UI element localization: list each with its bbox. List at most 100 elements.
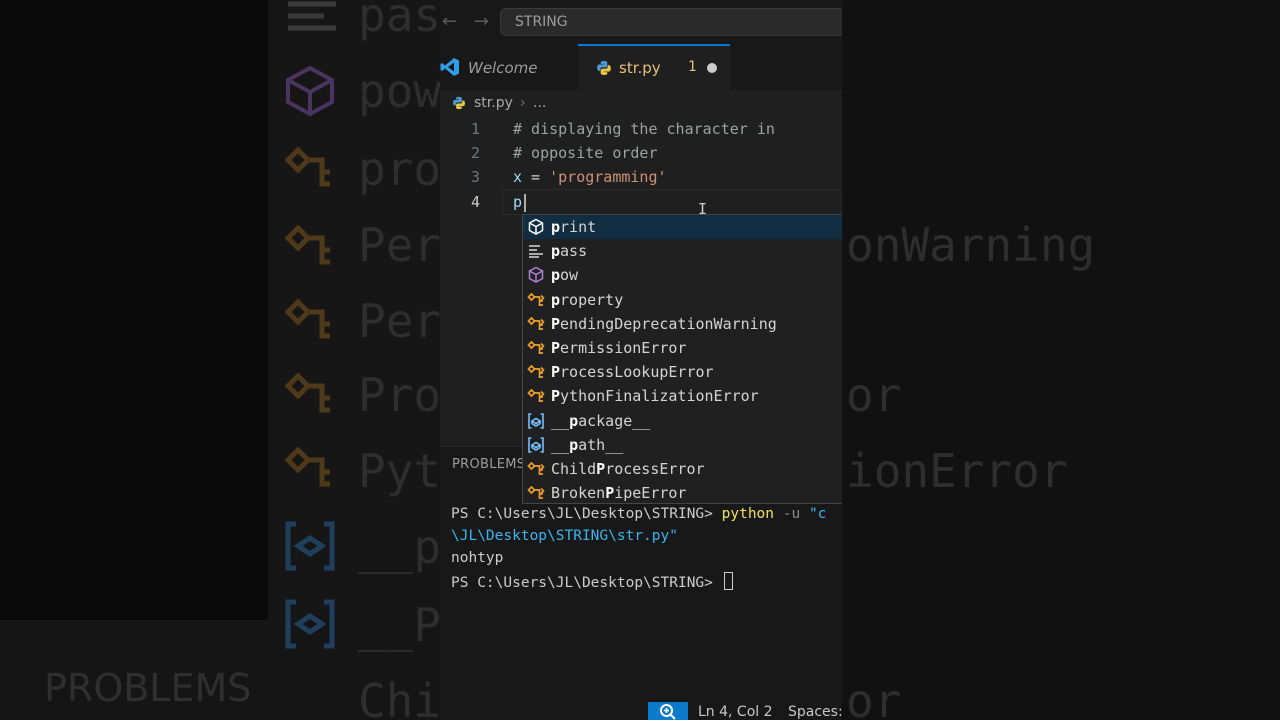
background-right-panel (842, 0, 1280, 720)
background-text: Per (358, 294, 442, 348)
tab-str-py[interactable]: str.py 1 (578, 44, 730, 90)
class-icon (527, 387, 545, 405)
text-caret (524, 194, 526, 212)
line-number: 3 (470, 168, 480, 186)
tab-problems[interactable]: PROBLEMS (452, 457, 525, 472)
line-number: 4 (470, 193, 480, 211)
vscode-logo-icon (440, 58, 459, 76)
suggestion-item[interactable]: BrokenPipeError (523, 481, 842, 503)
string-token: 'programming' (549, 168, 667, 186)
variable-icon (285, 599, 335, 649)
suggestion-item[interactable]: __package__ (523, 409, 842, 433)
terminal-line: \JL\Desktop\STRING\str.py" (451, 528, 678, 544)
suggestion-label: pow (551, 266, 579, 285)
terminal-line: PS C:\Users\JL\Desktop\STRING> python -u… (451, 506, 826, 522)
terminal-prompt: PS C:\Users\JL\Desktop\STRING> (451, 575, 722, 591)
terminal-line[interactable]: PS C:\Users\JL\Desktop\STRING> (451, 572, 733, 591)
keyword-icon (527, 242, 545, 260)
autocomplete-suggestion-list: print pass pow property PendingDeprecationWa… (522, 214, 842, 504)
function-icon (527, 218, 545, 236)
suggestion-item[interactable]: PermissionError (523, 336, 842, 360)
background-text: pow (358, 64, 442, 118)
status-bar: Ln 4, Col 2 Spaces: (440, 702, 842, 720)
unsaved-dot-icon[interactable] (707, 63, 717, 73)
problem-count-badge: 1 (688, 59, 697, 75)
background-text: __P (358, 598, 442, 652)
zoom-in-icon (660, 704, 676, 720)
suggestion-label: BrokenPipeError (551, 484, 687, 503)
background-text: Chi (358, 674, 442, 720)
class-icon (527, 315, 545, 333)
breadcrumb-file[interactable]: str.py (474, 95, 513, 111)
suggestion-item[interactable]: __path__ (523, 433, 842, 457)
suggestion-label: pass (551, 242, 588, 261)
suggestion-label: print (551, 218, 597, 236)
suggestion-label: ChildProcessError (551, 460, 705, 478)
code-line: 4 p (440, 190, 842, 214)
background-text: Pro (358, 368, 442, 422)
indentation-status[interactable]: Spaces: (788, 704, 842, 720)
variable-icon (527, 412, 545, 430)
title-bar: ← → STRING (440, 0, 842, 44)
command-center-search[interactable]: STRING (500, 8, 842, 36)
background-text: Per (358, 218, 442, 272)
background-text: __p (358, 520, 442, 574)
terminal-command: python (721, 506, 775, 522)
suggestion-item[interactable]: property (523, 288, 842, 312)
suggestion-label: property (551, 290, 624, 309)
breadcrumb-symbol[interactable]: ... (533, 95, 546, 111)
class-icon (284, 446, 330, 487)
terminal-output: nohtyp (451, 550, 504, 566)
background-text: ionError (846, 444, 1068, 498)
breadcrumb: str.py › ... (440, 90, 842, 116)
code-text: x = 'programming' (513, 168, 667, 186)
suggestion-item[interactable]: PythonFinalizationError (523, 384, 842, 408)
suggestion-item[interactable]: ChildProcessError (523, 457, 842, 481)
suggestion-item[interactable]: pow (523, 263, 842, 287)
background-problems-label: PROBLEMS (44, 666, 252, 710)
suggestion-item[interactable]: PendingDeprecationWarning (523, 312, 842, 336)
suggestion-item[interactable]: pass (523, 239, 842, 263)
class-icon (527, 460, 545, 478)
background-text: pro (358, 142, 442, 196)
class-icon (284, 224, 330, 265)
tab-bar: Welcome str.py 1 (440, 44, 842, 90)
terminal-cursor (723, 572, 733, 590)
class-icon (527, 291, 545, 309)
keyword-icon (288, 1, 336, 31)
zoom-button[interactable] (648, 702, 688, 720)
tab-welcome[interactable]: Welcome (440, 44, 578, 90)
line-number: 2 (470, 144, 480, 162)
background-text: Pyt (358, 444, 442, 498)
terminal-argument: "c (808, 506, 827, 522)
suggestion-label: ProcessLookupError (551, 363, 714, 382)
variable-token: x (513, 168, 523, 186)
breadcrumb-separator-icon: › (520, 95, 526, 111)
class-icon (527, 484, 545, 502)
code-text: # displaying the character in (513, 120, 775, 138)
class-icon (527, 339, 545, 357)
cursor-position[interactable]: Ln 4, Col 2 (698, 704, 773, 720)
code-line: 3 x = 'programming' (440, 165, 842, 189)
background-left-panel (0, 0, 268, 720)
background-text: or (846, 674, 902, 720)
variable-icon (285, 521, 335, 571)
python-icon (597, 61, 611, 75)
suggestion-item[interactable]: ProcessLookupError (523, 360, 842, 384)
background-text: onWarning (846, 218, 1096, 272)
method-icon (527, 266, 545, 284)
variable-icon (527, 436, 545, 454)
suggestion-item[interactable]: print (523, 215, 842, 239)
suggestion-label: __path__ (551, 435, 624, 454)
code-line: 1 # displaying the character in (440, 117, 842, 141)
class-icon (284, 146, 330, 187)
code-line: 2 # opposite order (440, 141, 842, 165)
line-number: 1 (470, 120, 480, 138)
suggestion-label: PermissionError (551, 339, 687, 357)
arrow-left-icon[interactable]: ← (442, 11, 457, 32)
class-icon (284, 298, 330, 339)
arrow-right-icon[interactable]: → (474, 11, 489, 32)
python-icon (453, 96, 465, 110)
tab-label: str.py (619, 59, 661, 77)
operator-token: = (522, 168, 550, 186)
